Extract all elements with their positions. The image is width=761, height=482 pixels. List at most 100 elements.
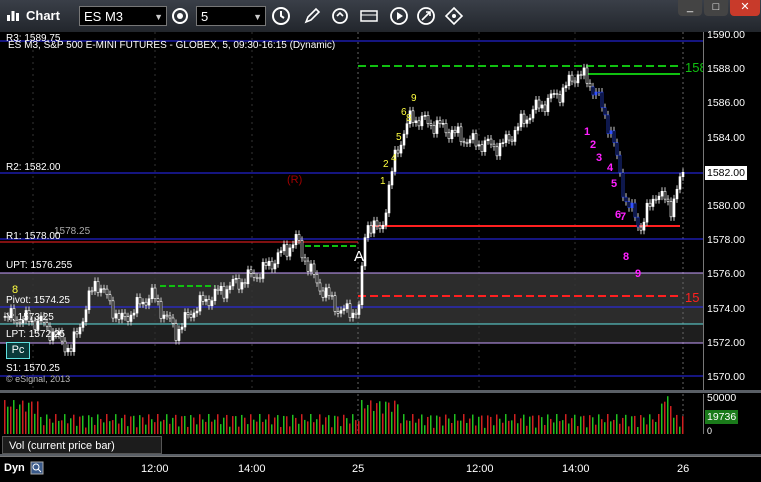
dseq-9: 9 <box>635 268 641 280</box>
refresh-icon[interactable] <box>330 6 350 26</box>
seq-8: 8 <box>406 113 412 124</box>
clock-icon[interactable] <box>271 6 291 26</box>
volume-bar <box>289 426 291 434</box>
candle-body <box>321 290 325 298</box>
candle-body <box>654 198 658 201</box>
volume-bar <box>133 415 135 434</box>
candle-body <box>225 289 229 299</box>
volume-bar <box>199 414 201 434</box>
price-chart[interactable]: (R) A 158 15 8 1 2 4 5 6 8 9 1 2 3 4 5 6… <box>0 32 703 390</box>
pencil-icon[interactable] <box>302 6 322 26</box>
volume-bar <box>394 400 396 434</box>
pane-separator <box>0 390 761 393</box>
maximize-button[interactable]: □ <box>704 0 728 16</box>
volume-bar <box>241 414 243 434</box>
lpt-level-label: LPT: 1572.25 <box>6 329 65 340</box>
volume-bar <box>541 417 543 434</box>
settings-icon[interactable] <box>170 6 190 26</box>
volume-bar <box>415 422 417 434</box>
price-axis[interactable]: 1590.00 1588.00 1586.00 1584.00 1582.00 1580.… <box>703 29 761 390</box>
volume-bar <box>187 426 189 434</box>
time-axis[interactable]: Dyn 12:00 14:00 25 12:00 14:00 26 <box>0 456 761 482</box>
volume-bar <box>526 425 528 434</box>
seq-5: 5 <box>396 132 402 143</box>
symbol-input[interactable]: ES M3 ▼ <box>79 6 167 26</box>
volume-bar <box>676 414 678 434</box>
interval-input[interactable]: 5 ▼ <box>196 6 266 26</box>
mid-level-label: Y: 1573.25 <box>6 312 54 323</box>
candle-body <box>576 74 580 84</box>
close-button[interactable]: ✕ <box>730 0 760 16</box>
candle-body <box>447 132 451 140</box>
volume-bar <box>385 401 387 434</box>
candle-body <box>378 225 382 230</box>
candle-body <box>234 278 238 280</box>
volume-bar <box>121 418 123 434</box>
volume-bar <box>412 414 414 434</box>
dseq-7: 7 <box>620 211 626 223</box>
drawing-tool-icon[interactable] <box>444 6 464 26</box>
volume-bar <box>508 420 510 434</box>
candle-body <box>102 288 106 290</box>
s1-level-label: S1: 1570.25 <box>6 363 60 374</box>
volume-bar <box>319 414 321 434</box>
volume-bar <box>214 419 216 434</box>
volume-bar <box>547 414 549 434</box>
volume-bar <box>586 427 588 434</box>
volume-bar <box>175 414 177 434</box>
candle-body <box>681 171 685 177</box>
volume-bar <box>631 416 633 434</box>
volume-bar <box>478 416 480 434</box>
volume-bar <box>583 415 585 434</box>
volume-bar <box>64 414 66 434</box>
volume-bar <box>88 415 90 434</box>
candle-body <box>258 277 262 280</box>
candle-body <box>18 322 22 325</box>
volume-bar <box>553 422 555 434</box>
candle-body <box>153 287 157 299</box>
minimize-button[interactable]: _ <box>678 0 702 16</box>
volume-bar <box>172 417 174 434</box>
volume-study-label[interactable]: Vol (current price bar) <box>2 436 162 454</box>
candle-body <box>660 191 664 197</box>
play-icon[interactable] <box>389 6 409 26</box>
volume-bar <box>238 426 240 434</box>
volume-bar <box>670 406 672 434</box>
price-tick: 1572.00 <box>707 336 745 349</box>
candle-body <box>120 312 124 320</box>
chart-header: ES M3, S&P 500 E-MINI FUTURES - GLOBEX, … <box>8 40 336 51</box>
candle-body <box>627 201 631 209</box>
volume-bar <box>589 415 591 434</box>
candle-body <box>333 295 337 312</box>
volume-bar <box>169 423 171 434</box>
volume-bar <box>136 427 138 434</box>
volume-bar <box>661 403 663 434</box>
candle-body <box>231 279 235 287</box>
volume-bar <box>298 423 300 434</box>
link-icon[interactable] <box>416 6 436 26</box>
pc-badge[interactable]: Pc <box>6 342 30 359</box>
candle-body <box>66 347 70 353</box>
interval-value: 5 <box>201 9 209 24</box>
dseq-8: 8 <box>623 251 629 263</box>
dynamic-mode-label[interactable]: Dyn <box>4 462 25 474</box>
candle-body <box>414 120 418 123</box>
volume-chart[interactable] <box>0 394 703 434</box>
candle-body <box>345 303 349 310</box>
zoom-icon[interactable] <box>30 461 44 475</box>
volume-bar <box>217 414 219 434</box>
candle-body <box>579 74 583 77</box>
candle-body <box>171 317 175 324</box>
chevron-down-icon[interactable]: ▼ <box>154 7 163 27</box>
volume-bar <box>427 416 429 434</box>
data-table-icon[interactable] <box>359 6 379 26</box>
volume-bar <box>484 427 486 434</box>
volume-bar <box>379 401 381 434</box>
candle-body <box>405 123 409 135</box>
volume-bar <box>28 402 30 434</box>
volume-bar <box>682 416 684 434</box>
volume-bar <box>625 414 627 434</box>
chevron-down-icon[interactable]: ▼ <box>253 7 262 27</box>
volume-bar <box>94 424 96 434</box>
volume-bar <box>58 420 60 434</box>
